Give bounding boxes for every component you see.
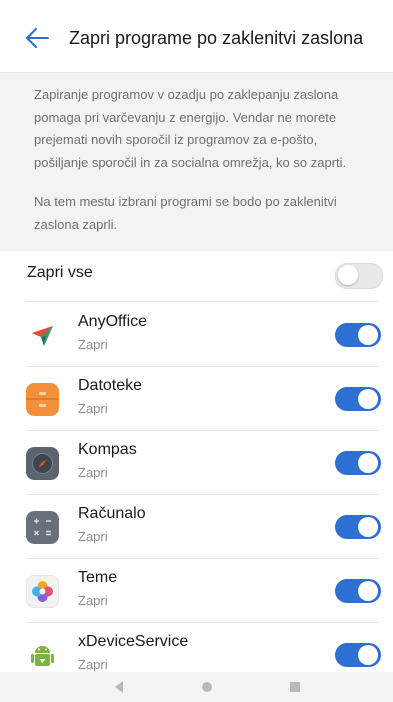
app-row-teme[interactable]: Teme Zapri <box>0 559 393 623</box>
app-status: Zapri <box>78 401 108 416</box>
app-name: Datoteke <box>78 377 143 394</box>
description-panel: Zapiranje programov v ozadju po zaklepan… <box>0 72 393 251</box>
navigation-bar <box>0 672 393 702</box>
app-row-datoteke[interactable]: Datoteke Zapri <box>0 367 393 431</box>
app-row-anyoffice[interactable]: AnyOffice Zapri <box>0 303 393 367</box>
app-toggle-kompas[interactable] <box>335 451 381 475</box>
app-status: Zapri <box>78 337 108 352</box>
android-icon <box>26 639 59 672</box>
toggle-knob <box>358 581 378 601</box>
app-bar: Zapri programe po zaklenitvi zaslona <box>0 0 393 72</box>
app-status: Zapri <box>78 657 108 672</box>
toggle-knob <box>358 645 378 665</box>
toggle-knob <box>358 325 378 345</box>
files-icon <box>26 383 59 416</box>
divider <box>26 301 379 302</box>
app-toggle-racunalo[interactable] <box>335 515 381 539</box>
app-toggle-anyoffice[interactable] <box>335 323 381 347</box>
app-row-racunalo[interactable]: Računalo Zapri <box>0 495 393 559</box>
app-status: Zapri <box>78 529 108 544</box>
nav-recents-icon[interactable] <box>289 680 301 694</box>
nav-back-icon[interactable] <box>113 680 125 694</box>
app-status: Zapri <box>78 593 108 608</box>
nav-home-icon[interactable] <box>200 680 214 694</box>
app-name: AnyOffice <box>78 313 148 330</box>
back-arrow-icon[interactable] <box>24 26 50 50</box>
themes-icon <box>26 575 59 608</box>
close-all-label: Zapri vse <box>27 264 93 281</box>
app-name: Računalo <box>78 505 146 522</box>
app-name: Kompas <box>78 441 137 458</box>
calculator-icon <box>26 511 59 544</box>
toggle-knob <box>358 389 378 409</box>
toggle-knob <box>358 517 378 537</box>
app-name: xDeviceService <box>78 633 189 650</box>
close-all-row[interactable]: Zapri vse <box>0 251 393 301</box>
toggle-knob <box>338 265 358 285</box>
description-note: Na tem mestu izbrani programi se bodo po… <box>34 194 337 232</box>
app-toggle-teme[interactable] <box>335 579 381 603</box>
close-all-toggle[interactable] <box>335 263 383 289</box>
toggle-knob <box>358 453 378 473</box>
compass-icon <box>26 447 59 480</box>
app-status: Zapri <box>78 465 108 480</box>
app-name: Teme <box>78 569 118 586</box>
anyoffice-icon <box>26 319 59 352</box>
description-text: Zapiranje programov v ozadju po zaklepan… <box>34 87 347 170</box>
page-title: Zapri programe po zaklenitvi zaslona <box>69 28 364 48</box>
app-toggle-datoteke[interactable] <box>335 387 381 411</box>
app-row-kompas[interactable]: Kompas Zapri <box>0 431 393 495</box>
app-toggle-xdeviceservice[interactable] <box>335 643 381 667</box>
